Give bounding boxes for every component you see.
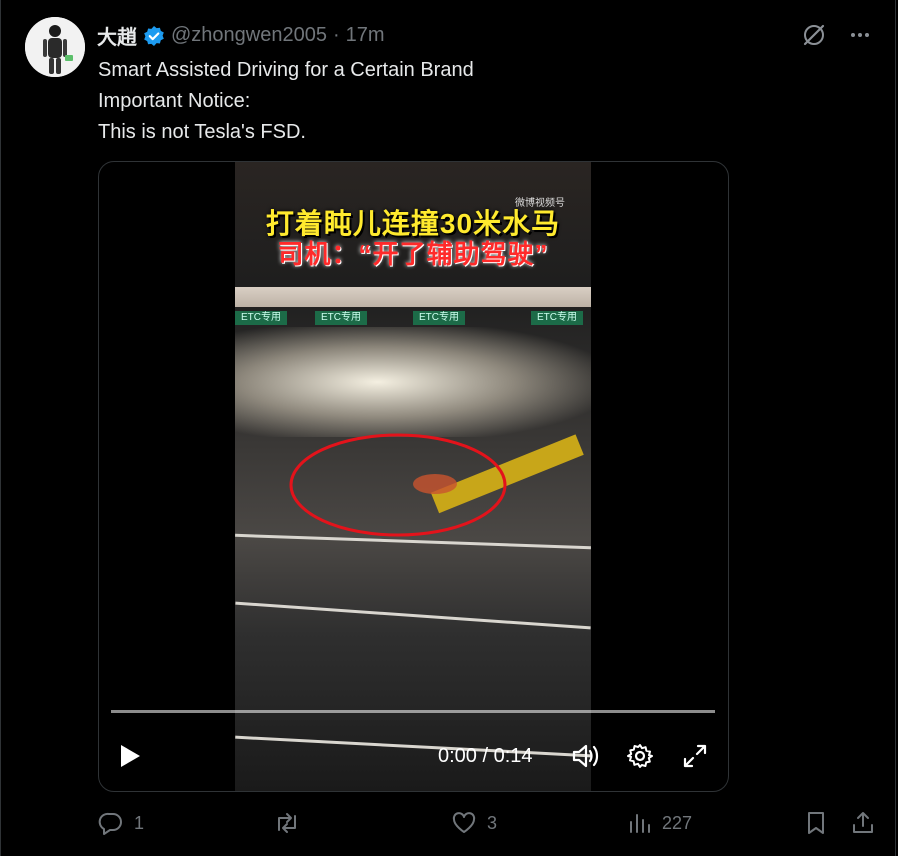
more-icon[interactable] xyxy=(849,24,871,51)
post-line: Important Notice: xyxy=(98,90,251,112)
play-icon[interactable] xyxy=(117,742,143,770)
video-controls: 0:00 / 0:14 xyxy=(99,732,728,782)
reply-icon xyxy=(98,812,122,835)
like-button[interactable]: 3 xyxy=(451,810,497,836)
reply-button[interactable]: 1 xyxy=(98,810,144,836)
video-frame[interactable]: ETC专用 ETC专用 ETC专用 ETC专用 微博视频号 打着盹儿连撞30米水… xyxy=(235,162,591,791)
share-icon xyxy=(853,812,873,833)
bookmark-icon xyxy=(808,812,824,834)
repost-icon xyxy=(278,813,296,833)
post-line: Smart Assisted Driving for a Certain Bra… xyxy=(98,59,474,81)
views-icon xyxy=(630,814,650,833)
repost-button[interactable] xyxy=(273,810,311,836)
fullscreen-icon[interactable] xyxy=(681,742,709,770)
post-line: This is not Tesla's FSD. xyxy=(98,121,306,143)
heart-icon xyxy=(452,812,476,833)
bookmark-button[interactable] xyxy=(804,810,828,836)
video-caption-2: 司机：“开了辅助驾驶” xyxy=(277,239,549,269)
verified-badge-icon xyxy=(143,25,165,47)
views-button[interactable]: 227 xyxy=(628,810,692,836)
robot-avatar-icon xyxy=(25,17,85,77)
post-header: 大趙 @zhongwen2005 · 17m xyxy=(97,21,385,50)
timecode: 0:00 / 0:14 xyxy=(438,745,533,767)
action-bar: 1 3 227 xyxy=(98,810,878,840)
view-count: 227 xyxy=(662,812,693,833)
timestamp[interactable]: 17m xyxy=(346,24,385,47)
volume-icon[interactable] xyxy=(571,742,601,770)
reply-count: 1 xyxy=(134,812,145,833)
gear-icon[interactable] xyxy=(626,742,654,770)
video-player[interactable]: ETC专用 ETC专用 ETC专用 ETC专用 微博视频号 打着盹儿连撞30米水… xyxy=(98,161,729,792)
handle[interactable]: @zhongwen2005 xyxy=(171,24,327,47)
display-name[interactable]: 大趙 xyxy=(97,21,137,50)
share-button[interactable] xyxy=(850,810,876,836)
separator: · xyxy=(332,24,340,46)
top-actions xyxy=(801,22,871,53)
post-container: 大趙 @zhongwen2005 · 17m Smart Assisted Dr… xyxy=(0,0,896,856)
like-count: 3 xyxy=(487,812,498,833)
post-text: Smart Assisted Driving for a Certain Bra… xyxy=(98,55,474,148)
progress-bar[interactable] xyxy=(111,710,715,713)
avatar[interactable] xyxy=(25,17,85,77)
grok-icon[interactable] xyxy=(801,22,827,53)
